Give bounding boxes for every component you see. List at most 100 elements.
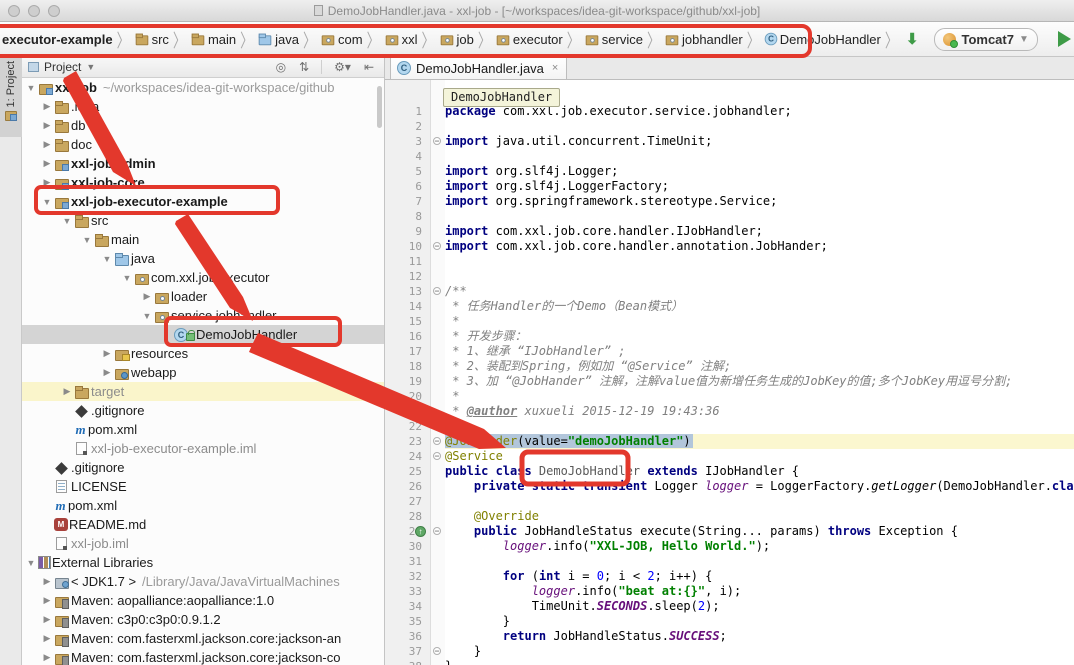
tree-expand-arrow[interactable]: ▶ (40, 139, 54, 150)
chevron-down-icon[interactable]: ▼ (86, 62, 95, 72)
code-line-13[interactable]: /** (445, 284, 1074, 299)
line-number-25[interactable]: 25 (385, 464, 430, 479)
line-number-14[interactable]: 14 (385, 299, 430, 314)
code-area[interactable]: package com.xxl.job.executor.service.job… (445, 80, 1074, 665)
code-line-21[interactable]: * @author xuxueli 2015-12-19 19:43:36 (445, 404, 1074, 419)
code-line-25[interactable]: public class DemoJobHandler extends IJob… (445, 464, 1074, 479)
tree-item-java[interactable]: ▼java (22, 249, 384, 268)
code-line-3[interactable]: import java.util.concurrent.TimeUnit; (445, 134, 1074, 149)
line-number-19[interactable]: 19 (385, 374, 430, 389)
line-number-6[interactable]: 6 (385, 179, 430, 194)
hide-panel-button[interactable]: ⇤ (360, 60, 378, 74)
line-number-11[interactable]: 11 (385, 254, 430, 269)
tree-item-pom.xml[interactable]: mpom.xml (22, 420, 384, 439)
code-line-32[interactable]: for (int i = 0; i < 2; i++) { (445, 569, 1074, 584)
code-line-30[interactable]: logger.info("XXL-JOB, Hello World."); (445, 539, 1074, 554)
breadcrumb-item-com[interactable]: com (320, 32, 363, 47)
tree-expand-arrow[interactable]: ▶ (40, 120, 54, 131)
fold-marker-icon[interactable]: – (433, 647, 441, 655)
breadcrumb-item-job[interactable]: job (439, 32, 474, 47)
tree-item-demojobhandler[interactable]: CDemoJobHandler (22, 325, 384, 344)
code-line-17[interactable]: * 1、继承 “IJobHandler” ; (445, 344, 1074, 359)
tree-item-xxl-job-executor-example.iml[interactable]: xxl-job-executor-example.iml (22, 439, 384, 458)
line-number-15[interactable]: 15 (385, 314, 430, 329)
editor-tab-demojobhandler[interactable]: C DemoJobHandler.java × (390, 57, 567, 79)
project-tool-window-tab[interactable]: 1: Project (0, 57, 22, 137)
tree-item-license[interactable]: LICENSE (22, 477, 384, 496)
line-number-16[interactable]: 16 (385, 329, 430, 344)
code-line-9[interactable]: import com.xxl.job.core.handler.IJobHand… (445, 224, 1074, 239)
tree-item-readme.md[interactable]: MREADME.md (22, 515, 384, 534)
tree-item-xxl-job.iml[interactable]: xxl-job.iml (22, 534, 384, 553)
line-number-30[interactable]: 30 (385, 539, 430, 554)
code-line-20[interactable]: * (445, 389, 1074, 404)
tree-item-main[interactable]: ▼main (22, 230, 384, 249)
breadcrumb-item-xxl[interactable]: xxl (384, 32, 418, 47)
tree-item-.gitignore[interactable]: .gitignore (22, 401, 384, 420)
code-line-2[interactable] (445, 119, 1074, 134)
line-number-17[interactable]: 17 (385, 344, 430, 359)
tree-expand-arrow[interactable]: ▶ (100, 348, 114, 359)
code-line-15[interactable]: * (445, 314, 1074, 329)
line-number-26[interactable]: 26 (385, 479, 430, 494)
code-line-38[interactable]: } (445, 659, 1074, 665)
tree-item-.gitignore[interactable]: .gitignore (22, 458, 384, 477)
tree-expand-arrow[interactable]: ▼ (24, 83, 38, 93)
intention-bulb-icon[interactable] (451, 420, 462, 431)
tree-item-pom.xml[interactable]: mpom.xml (22, 496, 384, 515)
code-line-10[interactable]: import com.xxl.job.core.handler.annotati… (445, 239, 1074, 254)
tree-expand-arrow[interactable]: ▶ (60, 386, 74, 397)
code-line-8[interactable] (445, 209, 1074, 224)
settings-gear-button[interactable]: ⚙▾ (330, 60, 355, 74)
locate-file-button[interactable]: ◎ (272, 60, 290, 74)
code-line-12[interactable] (445, 269, 1074, 284)
line-number-38[interactable]: 38 (385, 659, 430, 665)
line-number-20[interactable]: 20 (385, 389, 430, 404)
code-line-29[interactable]: public JobHandleStatus execute(String...… (445, 524, 1074, 539)
tree-item-target[interactable]: ▶target (22, 382, 384, 401)
breadcrumb-item-main[interactable]: main (190, 32, 236, 47)
code-line-34[interactable]: TimeUnit.SECONDS.sleep(2); (445, 599, 1074, 614)
line-number-10[interactable]: 10 (385, 239, 430, 254)
tree-expand-arrow[interactable]: ▼ (40, 197, 54, 207)
tree-expand-arrow[interactable]: ▼ (140, 311, 154, 321)
code-line-22[interactable] (445, 419, 1074, 434)
breadcrumb-item-service[interactable]: service (584, 32, 643, 47)
tree-expand-arrow[interactable]: ▼ (80, 235, 94, 245)
tree-item-maven-com.fasterxml.jackson.core-jackson-co[interactable]: ▶Maven: com.fasterxml.jackson.core:jacks… (22, 648, 384, 665)
code-line-24[interactable]: @Service (445, 449, 1074, 464)
tree-item--jdk1.7-[interactable]: ▶< JDK1.7 >/Library/Java/JavaVirtualMach… (22, 572, 384, 591)
code-line-35[interactable]: } (445, 614, 1074, 629)
line-number-23[interactable]: 23 (385, 434, 430, 449)
overriding-method-icon[interactable]: ↑ (415, 526, 426, 537)
line-number-12[interactable]: 12 (385, 269, 430, 284)
line-number-21[interactable]: 21 (385, 404, 430, 419)
line-number-2[interactable]: 2 (385, 119, 430, 134)
tree-expand-arrow[interactable]: ▼ (100, 254, 114, 264)
tree-item-xxl-job-executor-example[interactable]: ▼xxl-job-executor-example (22, 192, 384, 211)
tree-expand-arrow[interactable]: ▼ (120, 273, 134, 283)
code-line-4[interactable] (445, 149, 1074, 164)
breadcrumb-item-src[interactable]: src (134, 32, 169, 47)
code-line-14[interactable]: * 任务Handler的一个Demo（Bean模式） (445, 299, 1074, 314)
line-number-33[interactable]: 33 (385, 584, 430, 599)
tree-item-doc[interactable]: ▶doc (22, 135, 384, 154)
tree-expand-arrow[interactable]: ▶ (40, 158, 54, 169)
code-line-19[interactable]: * 3、加 “@JobHander” 注解，注解value值为新增任务生成的Jo… (445, 374, 1074, 389)
tree-item-src[interactable]: ▼src (22, 211, 384, 230)
code-line-28[interactable]: @Override (445, 509, 1074, 524)
tree-expand-arrow[interactable]: ▶ (100, 367, 114, 378)
tree-expand-arrow[interactable]: ▶ (40, 177, 54, 188)
tree-expand-arrow[interactable]: ▶ (40, 101, 54, 112)
fold-marker-icon[interactable]: – (433, 527, 441, 535)
code-line-31[interactable] (445, 554, 1074, 569)
tree-item-xxl-job-core[interactable]: ▶xxl-job-core (22, 173, 384, 192)
line-number-24[interactable]: 24 (385, 449, 430, 464)
code-line-11[interactable] (445, 254, 1074, 269)
line-number-28[interactable]: 28 (385, 509, 430, 524)
line-number-13[interactable]: 13 (385, 284, 430, 299)
collapse-all-button[interactable]: ⇅ (295, 60, 313, 74)
tree-item-xxl-job[interactable]: ▼xxl-job~/workspaces/idea-git-workspace/… (22, 78, 384, 97)
tree-item-.idea[interactable]: ▶.idea (22, 97, 384, 116)
line-number-1[interactable]: 1 (385, 104, 430, 119)
